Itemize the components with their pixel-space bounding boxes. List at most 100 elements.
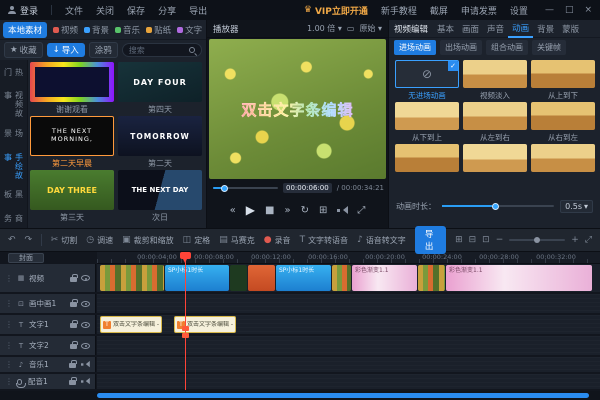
lock-icon[interactable]	[70, 302, 77, 307]
tab-sticker[interactable]: 贴纸	[146, 24, 171, 36]
track-header-music[interactable]: ⋮ ♪ 音乐1	[0, 357, 96, 372]
preset-tile[interactable]	[395, 144, 459, 172]
visibility-icon[interactable]	[81, 322, 90, 328]
video-clip[interactable]	[230, 265, 247, 291]
preset-none-selected[interactable]: ⊘ ✓	[395, 60, 459, 88]
visibility-icon[interactable]	[81, 301, 90, 307]
loop-button[interactable]: ↻	[301, 205, 309, 216]
visibility-icon[interactable]	[81, 275, 90, 281]
duration-slider[interactable]	[442, 205, 554, 207]
video-clip[interactable]: SP小标1时长	[165, 265, 229, 291]
tool-speech-to-text[interactable]: ♪语音转文字	[357, 235, 406, 246]
redo-button[interactable]: ↷	[25, 235, 33, 245]
track-voice-content[interactable]	[97, 374, 600, 389]
play-button[interactable]: ▶	[246, 203, 255, 217]
preview-text-overlay[interactable]: 双击文字条编辑	[241, 99, 353, 120]
track-header-text1[interactable]: ⋮ T 文字1	[0, 315, 96, 334]
track-header-pip[interactable]: ⋮ ⊡ 画中画1	[0, 294, 96, 313]
ratio-dropdown[interactable]: 原始 ▾	[359, 23, 382, 34]
preset-left-to-right[interactable]	[463, 102, 527, 130]
undo-button[interactable]: ↶	[8, 235, 16, 245]
tool-record[interactable]: ●录音	[264, 235, 291, 246]
tab-animation[interactable]: 动画	[508, 20, 533, 38]
lock-icon[interactable]	[69, 363, 76, 368]
menu-settings[interactable]: 设置	[510, 4, 528, 17]
media-thumbnail[interactable]: DAY FOUR	[118, 62, 202, 102]
lock-icon[interactable]	[70, 323, 77, 328]
zoom-slider-handle[interactable]	[534, 237, 540, 243]
scrollbar-thumb[interactable]	[97, 393, 589, 398]
preset-right-to-left[interactable]	[531, 102, 595, 130]
media-item[interactable]: TOMORROW 第二天	[118, 116, 202, 169]
previous-frame-button[interactable]: «	[230, 205, 236, 216]
track-text1-content[interactable]: T 双击文字条编辑 - 左 T 双击文字条编辑 - 左对齐	[97, 315, 600, 334]
video-clip[interactable]	[100, 265, 164, 291]
timeline-scrollbar[interactable]	[0, 391, 600, 400]
category-hand-drawn[interactable]: 手绘故事	[3, 153, 25, 182]
tab-text[interactable]: 文字	[177, 24, 202, 36]
category-hot[interactable]: 热门	[3, 68, 25, 82]
lock-icon[interactable]	[69, 380, 76, 385]
menu-share[interactable]: 分享	[158, 4, 176, 17]
fullscreen-button[interactable]: ⤢	[357, 205, 365, 216]
cover-button[interactable]: 封面	[8, 253, 44, 263]
import-button[interactable]: ↓导入	[47, 43, 85, 57]
timeline-ruler[interactable]: 00:00:04:00 00:00:08:00 00:00:12:00 00:0…	[97, 252, 600, 264]
video-clip[interactable]	[332, 265, 351, 291]
tab-basic[interactable]: 基本	[433, 21, 458, 37]
layout-icon[interactable]: ⊡	[482, 235, 490, 245]
track-header-video[interactable]: ⋮ ▦ 视频	[0, 264, 96, 292]
menu-save[interactable]: 保存	[127, 4, 145, 17]
preset-fade-in[interactable]	[463, 60, 527, 88]
menu-file[interactable]: 文件	[65, 4, 83, 17]
search-input[interactable]	[129, 46, 186, 55]
mute-icon[interactable]	[81, 378, 89, 385]
subtab-keyframe[interactable]: 关键帧	[532, 40, 566, 55]
duration-value-dropdown[interactable]: 0.5s ▾	[560, 200, 593, 213]
preset-tile[interactable]	[463, 144, 527, 172]
doodle-button[interactable]: 涂鸦	[89, 42, 118, 58]
video-clip[interactable]: 彩色渐变1.1	[446, 265, 592, 291]
media-thumbnail[interactable]: THE NEXT DAY	[118, 170, 202, 210]
lock-icon[interactable]	[70, 277, 77, 282]
playhead-handle[interactable]	[180, 252, 191, 259]
maximize-button[interactable]: □	[565, 5, 574, 15]
tool-cut[interactable]: ✂切割	[51, 235, 78, 246]
media-item[interactable]: DAY THREE 第三天	[30, 170, 114, 223]
login-button[interactable]: 登录	[8, 4, 38, 17]
tab-picture[interactable]: 画面	[458, 21, 483, 37]
split-view-icon[interactable]: ⊟	[469, 235, 477, 245]
track-music-content[interactable]	[97, 357, 600, 372]
tab-background[interactable]: 背景	[84, 24, 109, 36]
tab-local-media[interactable]: 本地素材	[3, 22, 47, 38]
track-header-voice[interactable]: ⋮ 配音1	[0, 374, 96, 389]
lock-icon[interactable]	[70, 344, 77, 349]
preset-top-to-bottom[interactable]	[531, 60, 595, 88]
clip-trim-handle[interactable]	[182, 326, 189, 331]
media-item[interactable]: 谢谢观看	[30, 62, 114, 115]
zoom-out-button[interactable]: −	[496, 235, 504, 245]
track-video-content[interactable]: SP小标1时长 SP小标1时长 彩色渐变1.1 彩色渐变1.1	[97, 264, 600, 292]
media-thumbnail[interactable]: DAY THREE	[30, 170, 114, 210]
menu-invoice[interactable]: 申请发票	[461, 4, 497, 17]
subtab-exit-animation[interactable]: 出场动画	[440, 40, 482, 55]
fit-timeline-icon[interactable]: ⤢	[585, 235, 592, 245]
playhead-line[interactable]	[185, 252, 186, 390]
subtab-enter-animation[interactable]: 进场动画	[394, 40, 436, 55]
mute-icon[interactable]	[81, 361, 89, 368]
tool-text-to-speech[interactable]: T文字转语音	[300, 235, 349, 246]
track-pip-content[interactable]	[97, 294, 600, 313]
video-clip[interactable]	[248, 265, 275, 291]
search-icon[interactable]	[189, 47, 195, 53]
tool-crop-zoom[interactable]: ▣裁剪和缩放	[122, 235, 174, 246]
video-clip[interactable]	[418, 265, 445, 291]
track-header-text2[interactable]: ⋮ T 文字2	[0, 336, 96, 355]
category-scene[interactable]: 场景	[3, 129, 25, 143]
media-thumbnail[interactable]: TOMORROW	[118, 116, 202, 156]
seek-bar-handle[interactable]	[221, 185, 228, 192]
minimize-button[interactable]: —	[545, 5, 554, 15]
timeline-zoom-slider[interactable]	[509, 239, 565, 241]
grid-view-button[interactable]: ⊞	[319, 205, 327, 216]
menu-export[interactable]: 导出	[189, 4, 207, 17]
menu-close-project[interactable]: 关闭	[96, 4, 114, 17]
